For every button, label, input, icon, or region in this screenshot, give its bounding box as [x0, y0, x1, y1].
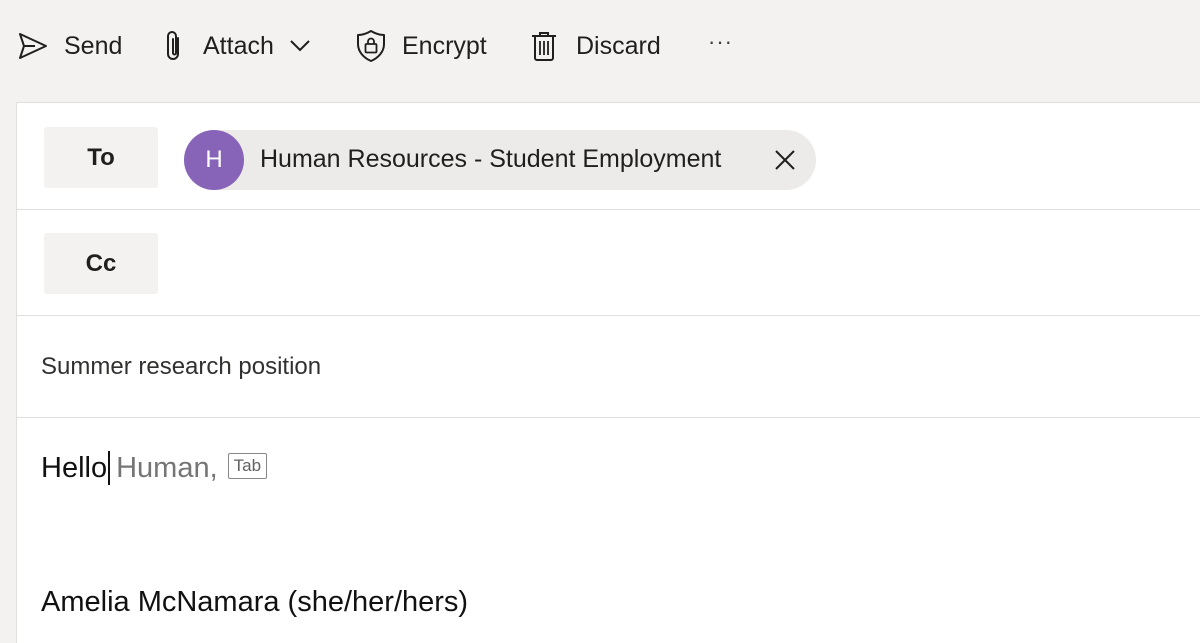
- attach-button[interactable]: Attach: [163, 22, 310, 70]
- signature: Amelia McNamara (she/her/hers): [41, 586, 469, 618]
- shield-lock-icon: [356, 29, 386, 63]
- subject-field[interactable]: Summer research position: [41, 353, 321, 381]
- chevron-down-icon[interactable]: [290, 40, 310, 52]
- cc-button[interactable]: Cc: [44, 233, 158, 294]
- discard-label: Discard: [576, 31, 661, 60]
- divider: [17, 417, 1200, 418]
- send-label: Send: [64, 31, 123, 60]
- text-prediction: Human,: [116, 451, 218, 484]
- discard-button[interactable]: Discard: [531, 22, 661, 70]
- send-button[interactable]: Send: [18, 22, 122, 70]
- more-icon: ···: [708, 29, 733, 54]
- paperclip-icon: [163, 29, 185, 63]
- text-cursor: [108, 451, 111, 485]
- more-options-button[interactable]: ···: [708, 18, 733, 66]
- typed-text: Hello: [41, 451, 108, 484]
- avatar: H: [184, 130, 244, 190]
- divider: [17, 209, 1200, 210]
- close-icon[interactable]: [774, 149, 796, 171]
- encrypt-label: Encrypt: [402, 31, 487, 60]
- divider: [17, 315, 1200, 316]
- encrypt-button[interactable]: Encrypt: [356, 22, 487, 70]
- attach-label: Attach: [203, 31, 274, 60]
- recipient-name: Human Resources - Student Employment: [260, 145, 722, 173]
- trash-icon: [531, 30, 557, 62]
- to-label: To: [87, 143, 115, 171]
- command-toolbar: Send Attach Encrypt Discard ···: [0, 0, 1200, 90]
- send-icon: [18, 32, 48, 60]
- message-body[interactable]: Hello Human, Tab: [41, 450, 268, 486]
- recipient-pill[interactable]: H Human Resources - Student Employment: [184, 130, 816, 190]
- to-button[interactable]: To: [44, 127, 158, 188]
- cc-label: Cc: [85, 249, 117, 277]
- compose-pane: To H Human Resources - Student Employmen…: [16, 102, 1200, 643]
- tab-key-hint: Tab: [227, 453, 268, 479]
- avatar-initial: H: [205, 146, 223, 173]
